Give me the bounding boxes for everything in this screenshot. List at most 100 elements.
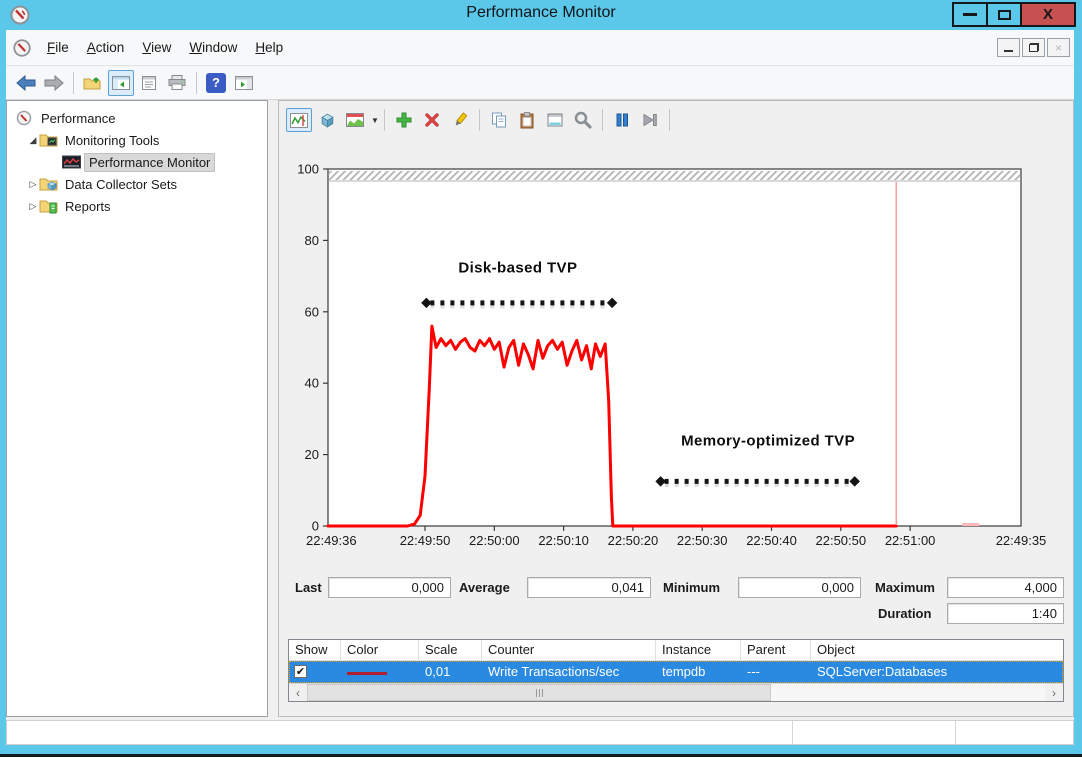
- counter-name: Write Transactions/sec: [482, 661, 656, 683]
- help-button[interactable]: ?: [203, 70, 229, 96]
- column-header-color[interactable]: Color: [341, 640, 419, 660]
- svg-text:0: 0: [312, 519, 319, 534]
- average-value: 0,041: [527, 577, 651, 598]
- monitoring-tools-folder-icon: [39, 132, 58, 148]
- column-header-parent[interactable]: Parent: [741, 640, 811, 660]
- properties-button[interactable]: [542, 108, 568, 132]
- svg-text:Memory-optimized TVP: Memory-optimized TVP: [681, 433, 855, 450]
- chart-toolbar-separator: [384, 109, 385, 131]
- maximize-icon: [998, 10, 1011, 20]
- forward-arrow-icon: [44, 75, 64, 91]
- toolbar-separator: [196, 72, 197, 94]
- perfmon-menu-icon: [12, 38, 32, 58]
- highlight-pen-icon: [451, 111, 469, 129]
- paste-clipboard-icon: [519, 112, 535, 129]
- titlebar[interactable]: Performance Monitor X: [0, 0, 1082, 30]
- duration-label: Duration: [878, 606, 931, 621]
- view-current-activity-button[interactable]: [286, 108, 312, 132]
- view-log-data-button[interactable]: [314, 108, 340, 132]
- update-data-button[interactable]: [637, 108, 663, 132]
- reports-folder-icon: [39, 198, 58, 214]
- maximum-label: Maximum: [875, 580, 935, 595]
- menu-file[interactable]: File: [38, 36, 78, 59]
- column-header-show[interactable]: Show: [289, 640, 341, 660]
- scrollbar-track[interactable]: [771, 684, 1045, 701]
- add-plus-icon: [395, 111, 413, 129]
- counter-table: Show Color Scale Counter Instance Parent…: [288, 639, 1064, 702]
- print-button[interactable]: [164, 70, 190, 96]
- tree-item-label: Monitoring Tools: [61, 132, 163, 149]
- copy-properties-button[interactable]: [486, 108, 512, 132]
- chart-toolbar-separator: [602, 109, 603, 131]
- tree-item-data-collector-sets[interactable]: ▷ Data Collector Sets: [7, 173, 267, 195]
- average-label: Average: [459, 580, 510, 595]
- column-header-counter[interactable]: Counter: [482, 640, 656, 660]
- minimize-button[interactable]: [952, 2, 988, 27]
- close-button[interactable]: X: [1020, 2, 1076, 27]
- expander-collapsed-icon[interactable]: ▷: [27, 201, 39, 212]
- export-list-button[interactable]: [136, 70, 162, 96]
- svg-text:22:50:40: 22:50:40: [746, 533, 797, 548]
- pause-icon: [614, 112, 630, 128]
- svg-text:40: 40: [305, 376, 319, 391]
- column-header-scale[interactable]: Scale: [419, 640, 482, 660]
- horizontal-scrollbar[interactable]: ‹ ›: [289, 683, 1063, 701]
- zoom-button[interactable]: [570, 108, 596, 132]
- status-cell: [955, 721, 1073, 744]
- minimum-value: 0,000: [738, 577, 861, 598]
- svg-text:22:49:50: 22:49:50: [400, 533, 451, 548]
- performance-monitor-window: Performance Monitor X File Action View W…: [0, 0, 1082, 757]
- counter-scale: 0,01: [419, 661, 482, 683]
- show-checkbox[interactable]: ✔: [294, 665, 307, 678]
- tree-item-monitoring-tools[interactable]: ◢ Monitoring Tools: [7, 129, 267, 151]
- column-header-object[interactable]: Object: [811, 640, 1063, 660]
- graph-type-dropdown-caret[interactable]: ▼: [371, 116, 379, 125]
- tree-item-performance-root[interactable]: Performance: [7, 107, 267, 129]
- menu-action[interactable]: Action: [78, 36, 134, 59]
- tree-item-performance-monitor[interactable]: Performance Monitor: [7, 151, 267, 173]
- highlight-button[interactable]: [447, 108, 473, 132]
- maximum-value: 4,000: [947, 577, 1064, 598]
- forward-button[interactable]: [41, 70, 67, 96]
- change-graph-type-button[interactable]: [342, 108, 368, 132]
- expander-collapsed-icon[interactable]: ▷: [27, 179, 39, 190]
- mdi-restore-button[interactable]: [1022, 38, 1045, 57]
- mdi-minimize-button[interactable]: [997, 38, 1020, 57]
- data-collector-sets-folder-icon: [39, 176, 58, 192]
- chart-toolbar-separator: [669, 109, 670, 131]
- copy-icon: [491, 112, 507, 128]
- counter-instance: tempdb: [656, 661, 741, 683]
- counter-row[interactable]: ✔ 0,01 Write Transactions/sec tempdb ---…: [289, 661, 1063, 683]
- tree-item-reports[interactable]: ▷ Reports: [7, 195, 267, 217]
- back-button[interactable]: [13, 70, 39, 96]
- back-arrow-icon: [16, 75, 36, 91]
- show-hide-console-tree-button[interactable]: [108, 70, 134, 96]
- expander-expanded-icon[interactable]: ◢: [27, 135, 39, 146]
- minimum-label: Minimum: [663, 580, 720, 595]
- scroll-right-button[interactable]: ›: [1045, 684, 1063, 701]
- maximize-button[interactable]: [986, 2, 1022, 27]
- performance-chart: 02040608010022:49:5022:50:0022:50:1022:5…: [279, 137, 1073, 583]
- counter-color-swatch: [347, 672, 387, 675]
- menu-help[interactable]: Help: [246, 36, 292, 59]
- show-hide-action-pane-button[interactable]: [231, 70, 257, 96]
- scrollbar-thumb[interactable]: [307, 684, 771, 701]
- folder-up-icon: [83, 75, 103, 91]
- mdi-close-button[interactable]: ×: [1047, 38, 1070, 57]
- delete-counter-button[interactable]: [419, 108, 445, 132]
- up-one-level-button[interactable]: [80, 70, 106, 96]
- menu-window[interactable]: Window: [180, 36, 246, 59]
- menu-view[interactable]: View: [133, 36, 180, 59]
- console-tree-icon: [112, 76, 130, 90]
- graph-type-icon: [346, 113, 364, 127]
- paste-counter-list-button[interactable]: [514, 108, 540, 132]
- scroll-left-button[interactable]: ‹: [289, 684, 307, 701]
- minimize-icon: [963, 13, 977, 16]
- current-activity-chart-icon: [290, 113, 308, 128]
- step-forward-icon: [642, 112, 658, 128]
- column-header-instance[interactable]: Instance: [656, 640, 741, 660]
- add-counter-button[interactable]: [391, 108, 417, 132]
- properties-dialog-icon: [547, 112, 563, 128]
- freeze-display-button[interactable]: [609, 108, 635, 132]
- chart-toolbar: ▼: [285, 105, 675, 135]
